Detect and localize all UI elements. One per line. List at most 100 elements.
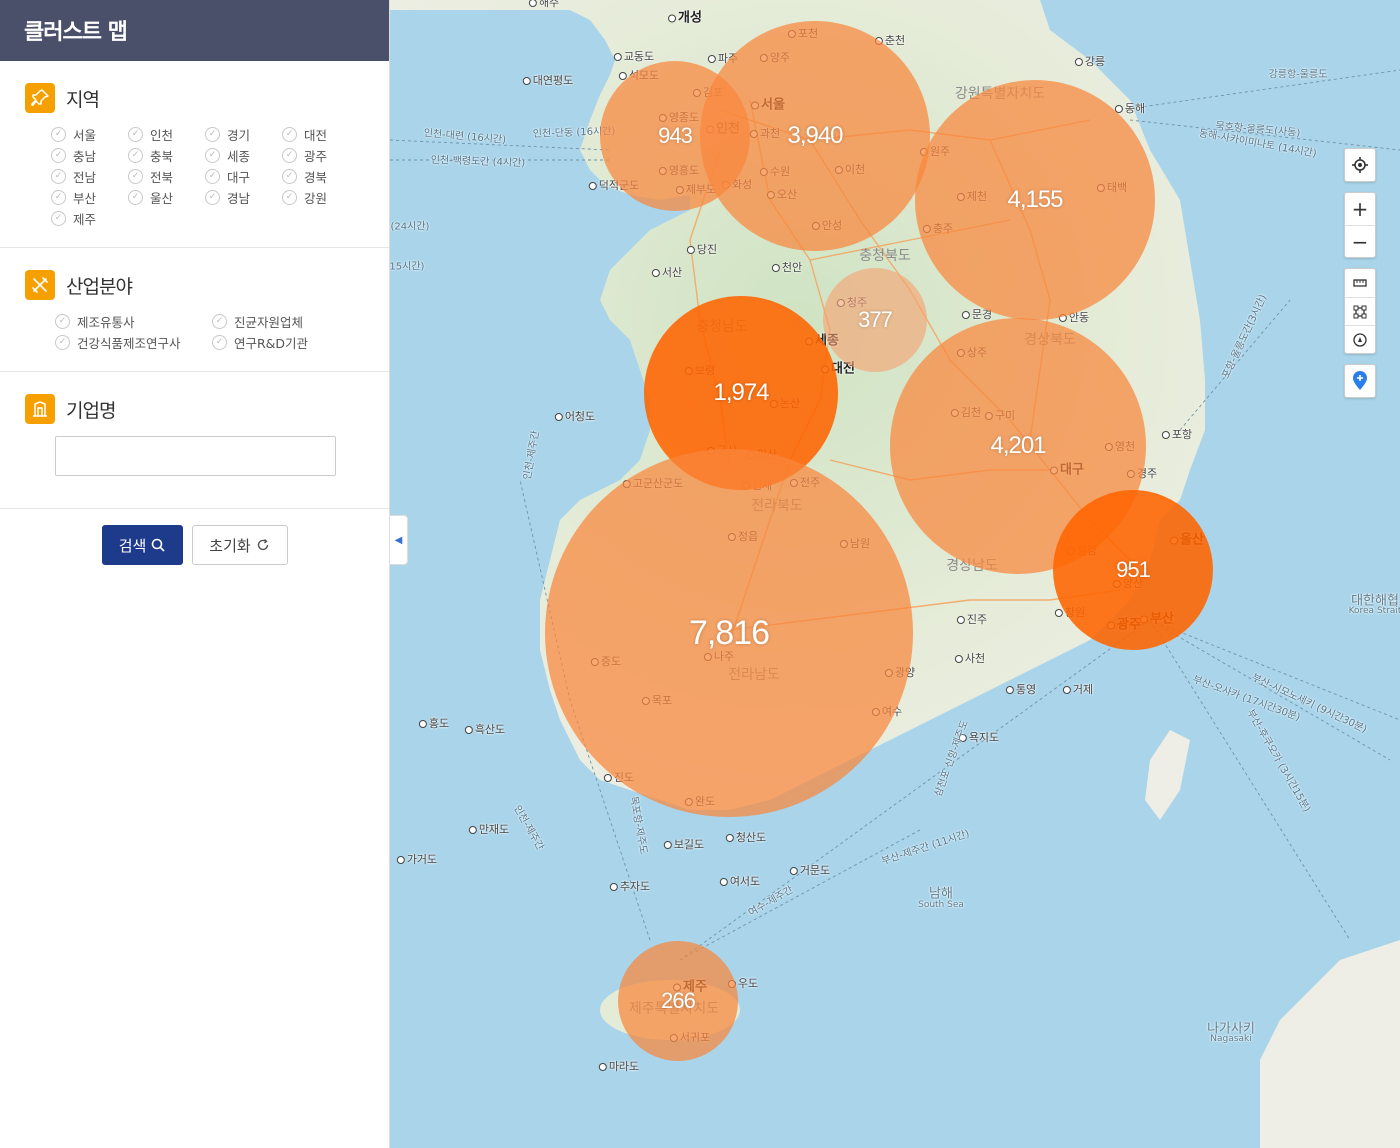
region-checkbox[interactable]: ✓ 전남	[51, 167, 128, 185]
cluster-marker-jeju[interactable]: 266	[618, 941, 738, 1061]
city-label: 마라도	[599, 1058, 639, 1074]
region-checkbox-label: 충남	[73, 148, 97, 164]
city-label: 통영	[1006, 681, 1036, 697]
cluster-marker-gangwon[interactable]: 4,155	[915, 80, 1155, 320]
city-label: 천안	[772, 259, 802, 275]
region-checkbox[interactable]: ✓ 경북	[282, 167, 359, 185]
cluster-count: 3,940	[787, 122, 843, 149]
region-checkbox[interactable]: ✓ 울산	[128, 188, 205, 206]
area-icon	[1353, 305, 1367, 318]
region-checkbox[interactable]: ✓ 경남	[205, 188, 282, 206]
sea-label: Nagasaki	[1210, 1034, 1252, 1044]
region-checkbox-label: 서울	[73, 127, 97, 143]
my-location-button[interactable]	[1345, 149, 1375, 181]
tsushima-land	[1145, 730, 1190, 820]
check-icon: ✓	[205, 189, 220, 205]
ruler-icon	[1353, 279, 1367, 287]
sea-label: South Sea	[918, 900, 964, 910]
city-label: 만재도	[469, 821, 509, 837]
zoom-in-button[interactable]: +	[1345, 193, 1375, 225]
industry-checkbox[interactable]: ✓ 진균자원업체	[212, 312, 369, 330]
region-checkbox[interactable]: ✓ 부산	[51, 188, 128, 206]
city-label: 진주	[957, 611, 987, 627]
company-name-input[interactable]	[55, 436, 336, 476]
city-label: 추자도	[610, 878, 650, 894]
industry-checkbox-label: 건강식품제조연구사	[77, 335, 181, 351]
city-label: 가거도	[397, 851, 437, 867]
city-label: 홍도	[419, 715, 449, 731]
region-checkbox[interactable]: ✓ 전북	[128, 167, 205, 185]
industry-checkbox[interactable]: ✓ 건강식품제조연구사	[55, 333, 212, 351]
city-label: 사천	[955, 650, 985, 666]
check-icon: ✓	[51, 210, 66, 226]
area-measure-button[interactable]	[1345, 297, 1375, 325]
check-icon: ✓	[128, 126, 143, 142]
city-label: 청산도	[726, 829, 766, 845]
search-button[interactable]: 검색	[101, 525, 183, 565]
region-checklist: ✓ 서울 ✓ 인천 ✓ 경기 ✓ 대전 ✓ 충남 ✓ 충북 ✓ 세종 ✓ 광주 ✓ 전남 ✓ 전북 ✓ 대구 ✓ 경북 ✓ 부산 ✓…	[25, 125, 364, 227]
city-label: 서산	[652, 264, 682, 280]
city-label: 당진	[687, 241, 717, 257]
region-checkbox[interactable]: ✓ 인천	[128, 125, 205, 143]
cluster-marker-chungbuk[interactable]: 377	[823, 268, 927, 372]
distance-measure-button[interactable]	[1345, 269, 1375, 297]
cluster-count: 7,816	[688, 613, 770, 652]
check-icon: ✓	[212, 313, 227, 329]
check-icon: ✓	[282, 147, 297, 163]
city-label: 어청도	[555, 408, 595, 424]
cluster-count: 266	[661, 988, 696, 1013]
check-icon: ✓	[212, 334, 227, 350]
region-checkbox[interactable]: ✓ 세종	[205, 146, 282, 164]
region-section: 지역 ✓ 서울 ✓ 인천 ✓ 경기 ✓ 대전 ✓ 충남 ✓ 충북 ✓ 세종 ✓ 광주 ✓ 전남 ✓ 전북 ✓ 대구 ✓ 경북 ✓…	[0, 61, 389, 248]
check-icon: ✓	[128, 147, 143, 163]
map-pin-plus-icon	[1353, 371, 1367, 390]
check-icon: ✓	[55, 313, 70, 329]
cluster-marker-busan[interactable]: 951	[1053, 490, 1213, 650]
region-checkbox[interactable]: ✓ 제주	[51, 209, 128, 227]
check-icon: ✓	[205, 168, 220, 184]
reset-button[interactable]: 초기화	[191, 525, 288, 565]
city-label: 강릉	[1075, 53, 1105, 69]
region-checkbox-label: 전남	[73, 169, 97, 185]
compass-button[interactable]	[1345, 325, 1375, 353]
cluster-marker-jeonnam[interactable]: 7,816	[545, 449, 913, 817]
region-checkbox[interactable]: ✓ 대구	[205, 167, 282, 185]
city-label: 거제	[1063, 681, 1093, 697]
province-label: 충청북도	[859, 248, 911, 264]
pin-icon	[25, 83, 55, 113]
check-icon: ✓	[282, 126, 297, 142]
city-label: 대연평도	[523, 72, 573, 88]
city-label: 거문도	[790, 862, 830, 878]
region-checkbox-label: 강원	[304, 190, 328, 206]
check-icon: ✓	[282, 168, 297, 184]
cluster-marker-seoul[interactable]: 3,940	[700, 21, 930, 251]
industry-checkbox[interactable]: ✓ 연구R&D기관	[212, 333, 369, 351]
region-checkbox[interactable]: ✓ 충북	[128, 146, 205, 164]
check-icon: ✓	[51, 126, 66, 142]
sidebar-collapse-button[interactable]: ◀	[390, 515, 408, 565]
tools-icon	[25, 270, 55, 300]
japan-land	[1260, 940, 1400, 1148]
region-checkbox[interactable]: ✓ 강원	[282, 188, 359, 206]
city-label: 동해	[1115, 100, 1145, 116]
cluster-count: 4,201	[990, 432, 1046, 459]
region-checkbox-label: 제주	[73, 211, 97, 227]
cluster-count: 4,155	[1007, 186, 1063, 213]
region-checkbox[interactable]: ✓ 대전	[282, 125, 359, 143]
industry-title: 산업분야	[66, 275, 133, 298]
region-checkbox[interactable]: ✓ 경기	[205, 125, 282, 143]
cluster-count: 943	[658, 123, 693, 148]
crosshair-icon	[1352, 157, 1368, 173]
map-controls: + −	[1344, 148, 1376, 408]
region-checkbox-label: 대전	[304, 127, 328, 143]
map-view[interactable]: 개성파주포천춘천양주강릉교동도석모도김포서울인천과천영종도영흥도수원화성오산이천…	[390, 0, 1400, 1148]
region-checkbox[interactable]: ✓ 광주	[282, 146, 359, 164]
region-title: 지역	[66, 88, 100, 111]
industry-checkbox[interactable]: ✓ 제조유통사	[55, 312, 212, 330]
zoom-out-button[interactable]: −	[1345, 225, 1375, 257]
region-checkbox[interactable]: ✓ 충남	[51, 146, 128, 164]
region-checkbox-label: 대구	[227, 169, 251, 185]
region-checkbox[interactable]: ✓ 서울	[51, 125, 128, 143]
add-marker-button[interactable]	[1345, 365, 1375, 397]
app-title: 클러스트 맵	[0, 0, 389, 61]
